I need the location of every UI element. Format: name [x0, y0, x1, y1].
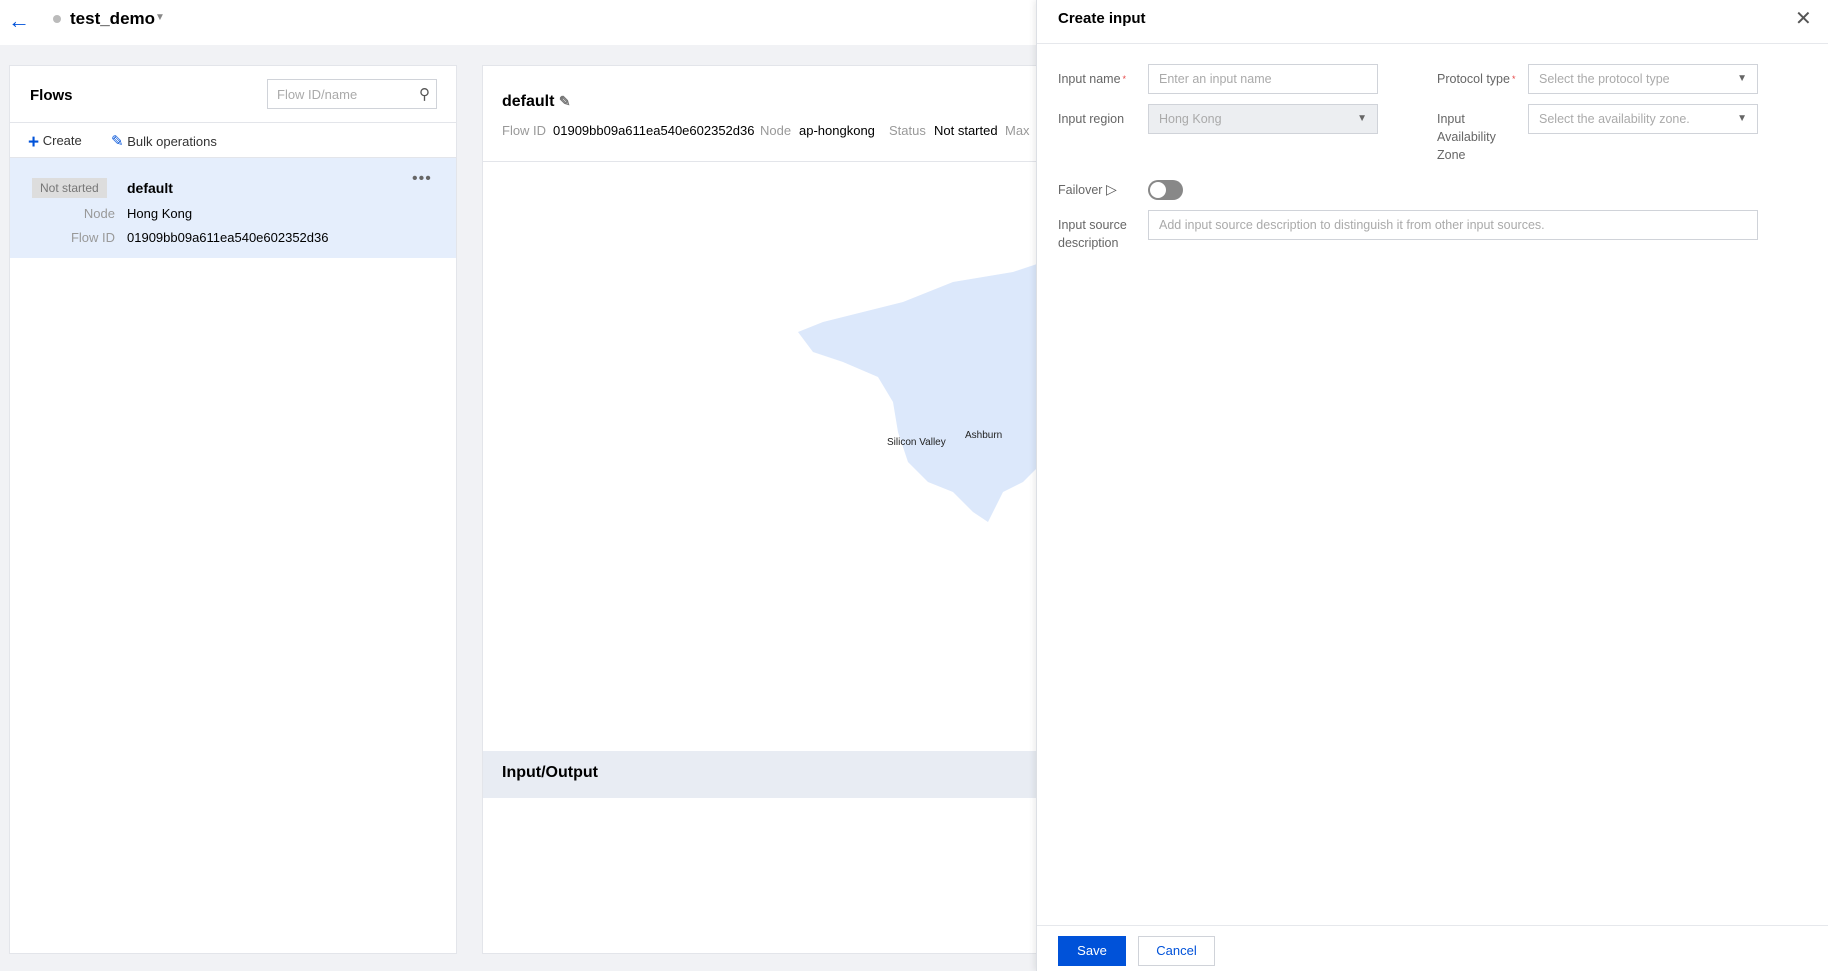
- bulk-operations-button[interactable]: ✎ Bulk operations: [111, 132, 217, 150]
- caret-down-icon: ▼: [1357, 113, 1367, 124]
- section-title: Input/Output: [502, 764, 598, 781]
- flow-detail-panel: default ✎ Flow ID 01909bb09a611ea540e602…: [482, 65, 1082, 954]
- caret-down-icon: ▼: [1737, 73, 1747, 84]
- pencil-icon: ✎: [111, 133, 124, 150]
- description-label: Input source description: [1058, 218, 1127, 250]
- create-input-drawer: Create input ✕ Input name * Enter an inpu…: [1036, 0, 1828, 971]
- status-dot-icon: [53, 15, 61, 23]
- required-mark: *: [1122, 74, 1127, 84]
- flowid-value: 01909bb09a611ea540e602352d36: [553, 123, 755, 138]
- input-name-field[interactable]: Enter an input name: [1148, 64, 1378, 94]
- node-value: ap-hongkong: [799, 123, 875, 138]
- node-value: Hong Kong: [127, 206, 193, 221]
- back-arrow-icon[interactable]: ←: [8, 8, 30, 34]
- required-mark: *: [1511, 74, 1516, 84]
- chevron-down-icon[interactable]: ▼: [155, 12, 165, 23]
- node-label: Node: [83, 206, 115, 221]
- protocol-type-label: Protocol type *: [1437, 70, 1515, 88]
- divider: [1037, 43, 1828, 44]
- select-placeholder: Select the protocol type: [1539, 72, 1670, 86]
- flow-list-item[interactable]: Not started default ••• Node Hong Kong F…: [10, 158, 456, 258]
- status-label: Status: [889, 123, 926, 138]
- tag-icon[interactable]: ▷: [1106, 181, 1117, 197]
- caret-down-icon: ▼: [1737, 113, 1747, 124]
- node-label: Node: [760, 123, 792, 138]
- map-label-silicon-valley: Silicon Valley: [887, 437, 946, 448]
- status-badge: Not started: [32, 178, 107, 198]
- flow-meta: Flow ID 01909bb09a611ea540e602352d36 Nod…: [483, 123, 1081, 143]
- plus-icon: +: [28, 132, 40, 153]
- failover-toggle[interactable]: [1148, 180, 1183, 200]
- more-icon[interactable]: •••: [412, 170, 432, 188]
- status-value: Not started: [934, 123, 998, 138]
- panel-title: Flows: [30, 87, 73, 104]
- input-region-label: Input region: [1058, 112, 1125, 126]
- create-button[interactable]: + Create: [28, 132, 82, 154]
- create-label: Create: [42, 133, 82, 148]
- max-label: Max: [1005, 123, 1030, 138]
- failover-label: Failover ▷: [1058, 180, 1117, 199]
- close-icon[interactable]: ✕: [1795, 6, 1812, 31]
- input-output-header: Input/Output: [483, 751, 1081, 798]
- label-text: Input name: [1058, 72, 1121, 86]
- map-label-ashburn: Ashburn: [965, 430, 1002, 441]
- world-map: Silicon Valley Ashburn: [798, 257, 1081, 752]
- flowid-label: Flow ID: [70, 230, 115, 245]
- search-placeholder: Flow ID/name: [277, 87, 358, 102]
- availability-zone-select[interactable]: Select the availability zone. ▼: [1528, 104, 1758, 134]
- project-name[interactable]: test_demo: [70, 9, 155, 29]
- edit-icon[interactable]: ✎: [559, 93, 571, 109]
- bulk-label: Bulk operations: [127, 134, 217, 149]
- flowid-value: 01909bb09a611ea540e602352d36: [127, 230, 329, 245]
- flow-title: default ✎: [502, 93, 571, 111]
- description-field[interactable]: Add input source description to distingu…: [1148, 210, 1758, 240]
- label-text: Protocol type: [1437, 72, 1510, 86]
- flow-name: default: [127, 180, 173, 196]
- search-icon[interactable]: ⚲: [419, 85, 430, 103]
- select-placeholder: Select the availability zone.: [1539, 112, 1690, 126]
- drawer-title: Create input: [1058, 10, 1146, 27]
- input-region-select: Hong Kong ▼: [1148, 104, 1378, 134]
- flow-title-text: default: [502, 93, 555, 110]
- select-value: Hong Kong: [1159, 112, 1222, 126]
- toggle-knob: [1150, 182, 1166, 198]
- label-text: Failover: [1058, 183, 1103, 197]
- flows-panel: Flows Flow ID/name ⚲ + Create ✎ Bulk ope…: [9, 65, 457, 954]
- availability-zone-label: Input Availability Zone: [1437, 112, 1496, 162]
- divider: [1037, 925, 1828, 926]
- protocol-type-select[interactable]: Select the protocol type ▼: [1528, 64, 1758, 94]
- flows-toolbar: + Create ✎ Bulk operations: [10, 123, 456, 157]
- search-input[interactable]: Flow ID/name ⚲: [267, 79, 437, 109]
- cancel-button[interactable]: Cancel: [1138, 936, 1215, 966]
- save-button[interactable]: Save: [1058, 936, 1126, 966]
- flowid-label: Flow ID: [502, 123, 547, 138]
- input-name-label: Input name *: [1058, 70, 1126, 88]
